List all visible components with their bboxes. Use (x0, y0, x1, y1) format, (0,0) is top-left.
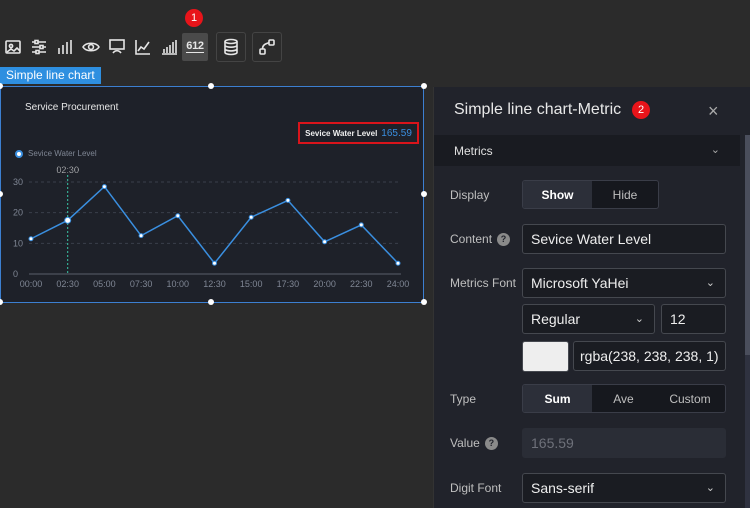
y-tick-label: 30 (13, 177, 23, 187)
display-label: Display (450, 188, 489, 202)
x-tick-label: 17:30 (277, 279, 300, 289)
font-size-input[interactable]: 12 (661, 304, 726, 334)
display-label-text: Display (450, 188, 490, 202)
digit-font-label-text: Digit Font (450, 481, 502, 495)
step-badge-1: 1 (185, 9, 203, 27)
series-line (30, 185, 399, 265)
database-icon[interactable] (216, 32, 246, 62)
help-icon[interactable]: ? (497, 232, 511, 246)
resize-handle[interactable] (421, 191, 427, 197)
font-weight-value: Regular (531, 311, 581, 327)
display-toggle[interactable]: Show Hide (522, 180, 659, 209)
resize-handle[interactable] (421, 83, 427, 89)
eye-target-icon[interactable] (78, 33, 104, 61)
y-tick-label: 0 (13, 269, 18, 279)
chart-type-tag: Simple line chart (0, 67, 101, 84)
resize-handle[interactable] (421, 299, 427, 305)
data-point (138, 233, 144, 239)
bar-chart-icon[interactable] (52, 33, 78, 61)
x-tick-label: 15:00 (240, 279, 263, 289)
font-family-value: Microsoft YaHei (531, 275, 629, 291)
y-tick-label: 10 (13, 238, 23, 248)
digit-font-select[interactable]: Sans-serif ⌄ (522, 473, 726, 503)
data-point (212, 260, 217, 266)
x-tick-label: 07:30 (130, 279, 153, 289)
data-point (395, 260, 401, 266)
close-icon[interactable]: × (708, 101, 719, 122)
chevron-down-icon: ⌄ (634, 313, 644, 325)
font-family-select[interactable]: Microsoft YaHei ⌄ (522, 268, 726, 298)
type-label-text: Type (450, 392, 477, 406)
metric-settings-panel: Simple line chart-Metric 2 × Metrics ⌄ D… (433, 87, 750, 508)
resize-handle[interactable] (208, 83, 214, 89)
content-input[interactable]: Sevice Water Level (522, 224, 726, 254)
y-tick-label: 20 (13, 208, 23, 218)
display-hide-option[interactable]: Hide (592, 181, 658, 208)
x-tick-label: 02:30 (56, 279, 79, 289)
sliders-icon[interactable] (26, 33, 52, 61)
font-weight-select[interactable]: Regular ⌄ (522, 304, 655, 334)
data-point (322, 239, 328, 245)
x-tick-label: 24:00 (387, 279, 410, 289)
content-label-text: Content (450, 232, 493, 246)
color-swatch[interactable] (522, 341, 569, 372)
data-point (28, 236, 34, 242)
value-input: 165.59 (522, 428, 726, 458)
x-tick-label: 00:00 (20, 279, 43, 289)
chevron-down-icon: ⌄ (705, 482, 715, 494)
resize-handle[interactable] (0, 299, 3, 305)
type-label: Type (450, 392, 476, 406)
data-point (285, 197, 291, 203)
chevron-down-icon: ⌄ (705, 277, 715, 289)
data-point (175, 213, 181, 219)
data-point (358, 222, 364, 228)
panel-scrollbar[interactable] (745, 135, 750, 508)
monitor-icon[interactable] (104, 33, 130, 61)
help-icon[interactable]: ? (484, 436, 498, 450)
metrics-section-header[interactable]: Metrics ⌄ (434, 135, 740, 166)
chevron-down-icon: ⌄ (710, 144, 720, 156)
color-value-input[interactable]: rgba(238, 238, 238, 1) (573, 341, 726, 371)
x-tick-label: 05:00 (93, 279, 116, 289)
data-point (248, 214, 254, 220)
tooltip-label: 02:30 (56, 165, 79, 175)
x-tick-label: 12:30 (203, 279, 226, 289)
type-toggle[interactable]: Sum Ave Custom (522, 384, 726, 413)
counter-label: 612 (186, 40, 204, 53)
type-ave-option[interactable]: Ave (592, 385, 655, 412)
counter-icon[interactable]: 612 (182, 33, 208, 61)
x-tick-label: 10:00 (167, 279, 190, 289)
type-sum-option[interactable]: Sum (523, 385, 592, 412)
section-label: Metrics (454, 143, 493, 158)
content-label: Content ? (450, 232, 511, 246)
data-point (101, 184, 107, 190)
image-icon[interactable] (0, 33, 26, 61)
type-custom-option[interactable]: Custom (655, 385, 725, 412)
x-tick-label: 22:30 (350, 279, 373, 289)
display-show-option[interactable]: Show (523, 181, 592, 208)
value-label-text: Value (450, 436, 480, 450)
column-chart-icon[interactable] (156, 33, 182, 61)
digit-font-label: Digit Font (450, 481, 501, 495)
metrics-font-label: Metrics Font (450, 276, 516, 290)
metrics-font-label-text: Metrics Font (450, 276, 517, 290)
value-label: Value ? (450, 436, 498, 450)
step-badge-2: 2 (632, 101, 650, 119)
chart-plot: 0 10 20 30 00:00 02:30 05:00 07:30 10:00 12:30 15:… (13, 165, 410, 289)
resize-handle[interactable] (208, 299, 214, 305)
line-chart-icon[interactable] (130, 33, 156, 61)
x-tick-label: 20:00 (313, 279, 336, 289)
data-point (64, 216, 72, 224)
scrollbar-thumb[interactable] (745, 135, 750, 355)
panel-title: Simple line chart-Metric (454, 101, 622, 118)
digit-font-value: Sans-serif (531, 480, 595, 496)
data-flow-icon[interactable] (252, 32, 282, 62)
line-chart-widget[interactable]: Service Procurement Sevice Water Level 1… (0, 86, 424, 303)
